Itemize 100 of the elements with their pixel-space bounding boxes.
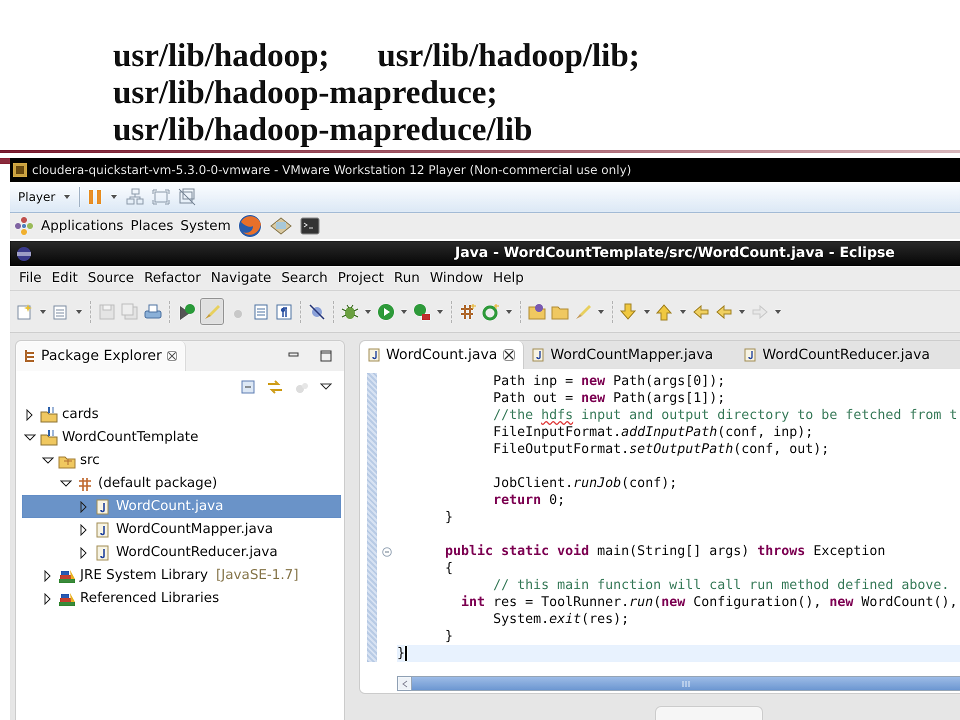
fold-minus-icon[interactable]	[382, 546, 392, 556]
run-icon[interactable]	[377, 302, 395, 320]
new-file-icon[interactable]	[16, 302, 34, 320]
arrow-up-icon[interactable]	[656, 302, 674, 320]
code-line: }	[397, 646, 406, 661]
caret-icon[interactable]	[679, 308, 687, 314]
menu-item[interactable]: Edit	[46, 268, 83, 288]
java-file-icon	[744, 348, 756, 362]
tree-item[interactable]: cards	[22, 403, 341, 426]
menu-item[interactable]: Window	[424, 268, 488, 288]
tree-item[interactable]: src	[22, 449, 341, 472]
globe-icon[interactable]	[238, 214, 262, 238]
breakpoint-icon[interactable]	[308, 302, 326, 320]
run-toolbox-icon[interactable]	[413, 302, 431, 320]
tree-item[interactable]: WordCountMapper.java	[22, 518, 341, 541]
collapse-triangle-icon[interactable]	[42, 454, 54, 466]
heading-text: usr/lib/hadoop;	[113, 38, 330, 74]
code-line: }	[444, 510, 454, 525]
view-tab[interactable]: Package Explorer	[16, 341, 186, 371]
editor-tab-label: WordCount.java	[386, 346, 498, 364]
collapse-triangle-icon[interactable]	[60, 478, 72, 490]
refresh-plus-icon[interactable]	[482, 302, 500, 320]
editor-tab[interactable]: WordCountReducer.java	[736, 341, 938, 369]
horizontal-scrollbar[interactable]	[397, 676, 960, 691]
menu-item[interactable]: File	[14, 268, 47, 288]
player-menu[interactable]: Player	[18, 188, 56, 206]
code-line: JobClient.runJob(conf);	[492, 476, 678, 491]
print-icon[interactable]	[144, 302, 162, 320]
panel-menu[interactable]: System	[180, 216, 231, 236]
caret-icon[interactable]	[400, 308, 408, 314]
project-folder-icon	[40, 406, 58, 424]
toggle-button[interactable]	[200, 298, 224, 325]
heading-text: usr/lib/hadoop-mapreduce/lib	[113, 112, 532, 148]
menu-item[interactable]: Search	[276, 268, 333, 288]
editor-tab[interactable]: WordCountMapper.java	[524, 341, 736, 369]
close-icon[interactable]	[166, 351, 177, 361]
tree-item[interactable]: WordCountReducer.java	[22, 541, 341, 564]
computers-icon[interactable]	[126, 188, 144, 206]
caret-icon[interactable]	[597, 308, 605, 314]
code-line: public static void main(String[] args) throws Exception	[444, 544, 886, 559]
grid-plus-icon[interactable]	[459, 302, 477, 320]
scrollbar-thumb[interactable]	[412, 677, 960, 690]
tree-item[interactable]: JRE System Library [JavaSE-1.7]	[22, 564, 341, 587]
window-title: cloudera-quickstart-vm-5.3.0-0-vmware - VMware Workstation 12 Player (Non-commercial use only)	[32, 162, 632, 179]
tree-item[interactable]: Referenced Libraries	[22, 587, 341, 610]
caret-icon[interactable]	[110, 194, 118, 200]
menu-item[interactable]: Help	[488, 268, 529, 288]
tree-item-decoration: [JavaSE-1.7]	[216, 566, 299, 586]
caret-icon[interactable]	[436, 308, 444, 314]
tree-item-label: src	[80, 451, 100, 470]
arrow-left-star-icon[interactable]	[692, 302, 710, 320]
menu-item[interactable]: Navigate	[206, 268, 276, 288]
caret-icon[interactable]	[63, 194, 72, 200]
maximize-icon[interactable]	[320, 350, 332, 362]
collapse-all-icon[interactable]	[240, 379, 256, 395]
java-file-icon	[532, 348, 544, 362]
menu-item[interactable]: Source	[82, 268, 140, 288]
dropdown-triangle-icon[interactable]	[320, 383, 332, 391]
caret-icon[interactable]	[738, 308, 746, 314]
menu-item[interactable]: Project	[332, 268, 389, 288]
open-folder-icon[interactable]	[528, 302, 546, 320]
code-line: {	[444, 561, 454, 576]
menu-item[interactable]: Refactor	[139, 268, 206, 288]
bug-icon[interactable]	[341, 302, 359, 320]
panel-menu[interactable]: Places	[130, 216, 174, 236]
dim-dots-icon	[294, 380, 310, 394]
caret-icon[interactable]	[643, 308, 651, 314]
panel-menu[interactable]: Applications	[41, 216, 124, 236]
arrow-down-icon[interactable]	[620, 302, 638, 320]
caret-icon[interactable]	[364, 308, 372, 314]
editor-tab[interactable]: WordCount.java	[360, 341, 524, 369]
pilcrow-icon[interactable]	[275, 302, 293, 320]
caret-icon[interactable]	[505, 308, 513, 314]
code-line: //the hdfs input and output directory to be fetched from t	[492, 408, 958, 423]
editor-tab-label: WordCountReducer.java	[762, 346, 930, 364]
tree-item-label: WordCountMapper.java	[116, 520, 274, 540]
block-icon[interactable]	[252, 302, 270, 320]
fullscreen-icon[interactable]	[152, 189, 170, 205]
terminal-icon[interactable]	[300, 217, 320, 235]
menu-item[interactable]: Run	[388, 268, 425, 288]
close-icon[interactable]	[503, 349, 516, 361]
code-line: }	[444, 629, 454, 644]
collapse-triangle-icon[interactable]	[24, 432, 36, 444]
caret-icon[interactable]	[39, 308, 47, 314]
tree-item-label: WordCountTemplate	[62, 428, 198, 448]
java-file-icon	[368, 348, 380, 362]
window-slash-icon[interactable]	[178, 188, 196, 206]
tree-item[interactable]: WordCountTemplate	[22, 426, 341, 449]
caret-icon[interactable]	[774, 308, 782, 314]
view-tab-label: Package Explorer	[41, 346, 162, 366]
caret-icon[interactable]	[75, 308, 83, 314]
code-line: int res = ToolRunner.run(new Configuration(), new WordCount(),	[460, 595, 958, 610]
grip-icon	[682, 680, 690, 686]
text-cursor	[405, 646, 408, 661]
flower-icon[interactable]	[14, 216, 34, 236]
arrow-left-icon[interactable]	[715, 302, 733, 320]
tree-item[interactable]: (default package)	[22, 472, 341, 495]
scroll-left-button[interactable]	[398, 677, 412, 690]
heading-text: usr/lib/hadoop-mapreduce;	[113, 75, 498, 111]
accent-bar	[0, 158, 10, 164]
